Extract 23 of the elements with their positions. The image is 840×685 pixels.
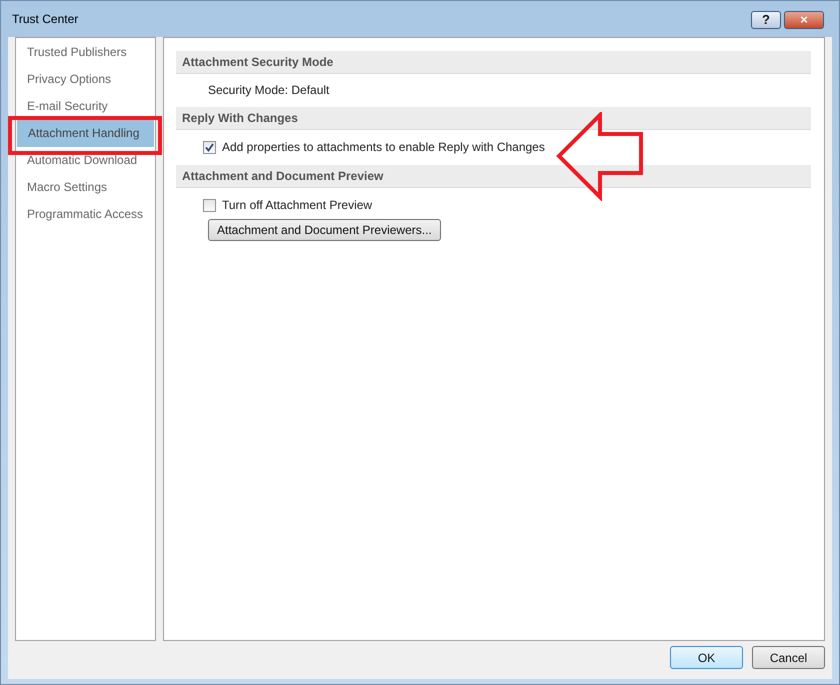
- checkbox[interactable]: [203, 140, 216, 154]
- section-header: Attachment and Document Preview: [176, 165, 811, 188]
- cancel-button[interactable]: Cancel: [752, 646, 825, 669]
- section-header: Attachment Security Mode: [176, 51, 811, 74]
- checkbox[interactable]: [203, 198, 216, 212]
- sidebar-item[interactable]: Automatic Download: [16, 147, 155, 174]
- sidebar-item[interactable]: E-mail Security: [16, 93, 155, 120]
- sidebar-item[interactable]: Programmatic Access: [16, 201, 155, 228]
- arrow-icon: [555, 112, 645, 201]
- checkmark-icon: [205, 142, 214, 152]
- ok-button[interactable]: OK: [670, 646, 743, 669]
- previewers-button[interactable]: Attachment and Document Previewers...: [208, 219, 441, 241]
- help-button[interactable]: ?: [751, 11, 781, 29]
- close-button[interactable]: ×: [784, 11, 824, 29]
- section-header: Reply With Changes: [176, 107, 811, 130]
- sidebar-item[interactable]: Trusted Publishers: [16, 39, 155, 66]
- checkbox-label: Turn off Attachment Preview: [222, 197, 372, 214]
- checkbox-label: Add properties to attachments to enable Reply with Changes: [222, 139, 545, 156]
- sidebar-item[interactable]: Privacy Options: [16, 66, 155, 93]
- setting-text: Security Mode: Default: [208, 82, 330, 99]
- sidebar-item[interactable]: Macro Settings: [16, 174, 155, 201]
- sidebar-item[interactable]: Attachment Handling: [17, 120, 154, 147]
- window-title: Trust Center: [12, 11, 80, 28]
